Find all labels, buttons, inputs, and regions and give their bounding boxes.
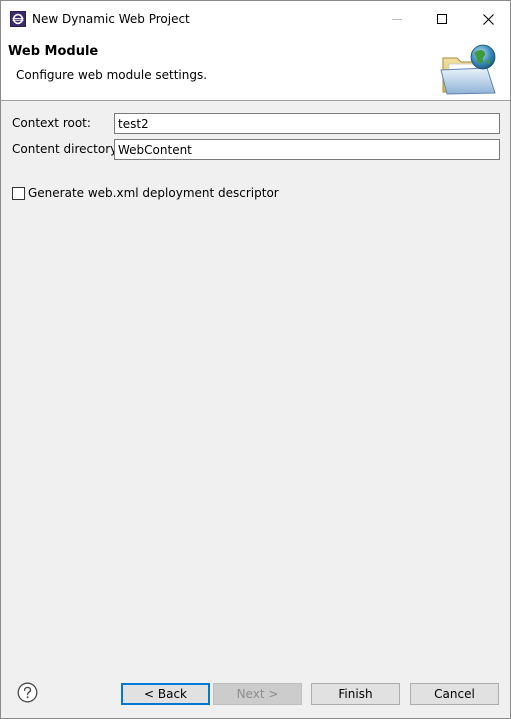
title-bar[interactable]: New Dynamic Web Project [1, 1, 510, 37]
context-root-row: Context root: [1, 113, 510, 135]
eclipse-app-icon [10, 11, 26, 27]
folder-globe-icon [439, 42, 499, 98]
context-root-label: Context root: [12, 116, 91, 130]
maximize-icon [437, 14, 447, 24]
content-directory-label: Content directory: [12, 142, 121, 156]
next-button[interactable]: Next > [213, 683, 302, 705]
maximize-button[interactable] [419, 1, 465, 37]
minimize-icon [392, 14, 402, 24]
window-title: New Dynamic Web Project [32, 12, 190, 26]
help-icon[interactable] [17, 682, 38, 703]
close-button[interactable] [465, 1, 511, 37]
close-icon [482, 13, 494, 25]
back-button[interactable]: < Back [121, 683, 210, 705]
context-root-input[interactable] [114, 113, 500, 134]
wizard-banner: Web Module Configure web module settings… [1, 37, 510, 101]
minimize-button[interactable] [374, 1, 420, 37]
generate-descriptor-option[interactable]: Generate web.xml deployment descriptor [12, 185, 279, 201]
page-description: Configure web module settings. [16, 68, 208, 82]
generate-descriptor-label[interactable]: Generate web.xml deployment descriptor [28, 186, 279, 200]
finish-button[interactable]: Finish [311, 683, 400, 705]
generate-descriptor-checkbox[interactable] [12, 186, 25, 200]
content-directory-input[interactable] [114, 139, 500, 160]
dialog-window: New Dynamic Web Project Web Module Confi… [0, 0, 511, 719]
cancel-button[interactable]: Cancel [410, 683, 499, 705]
page-title: Web Module [8, 44, 99, 59]
content-directory-row: Content directory: [1, 139, 510, 161]
